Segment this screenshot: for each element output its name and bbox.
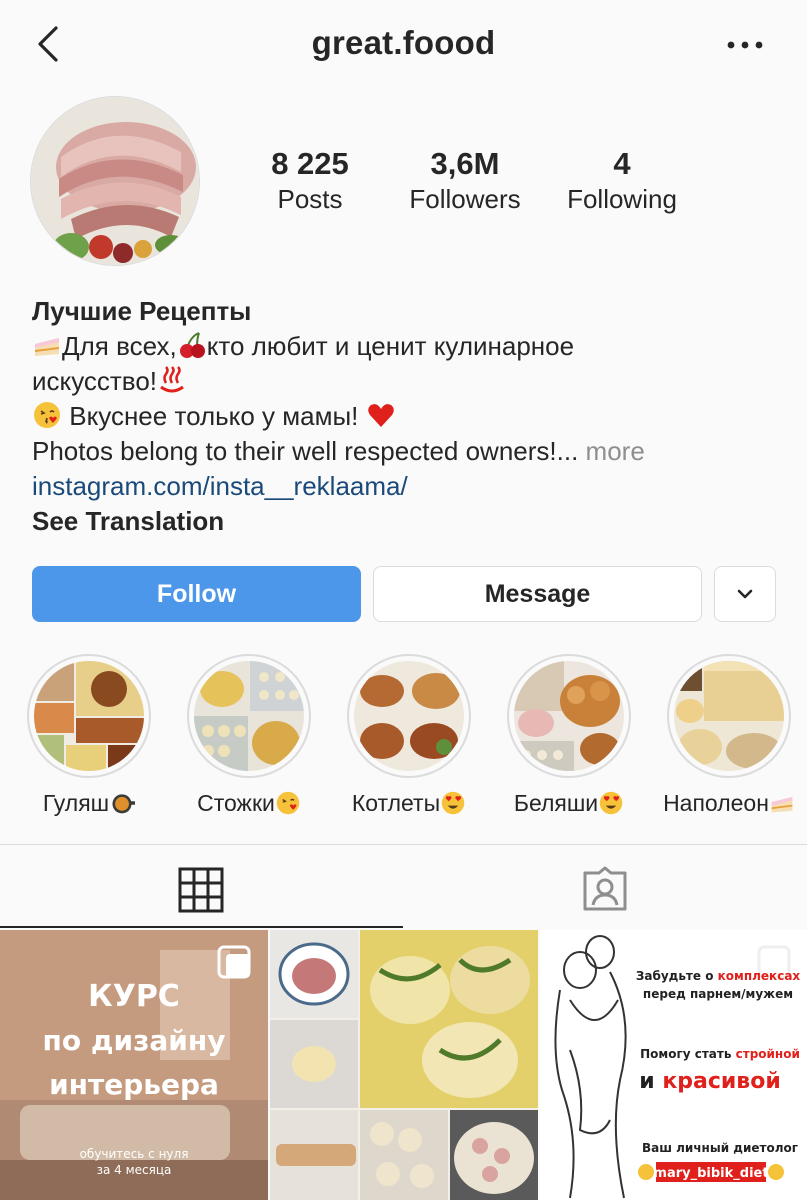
post-thumbnail[interactable]: КУРС по дизайну интерьера обучитесь с ну… xyxy=(0,930,268,1200)
see-translation-link[interactable]: See Translation xyxy=(32,504,777,539)
post-text-line-1b: комплексах xyxy=(718,969,801,983)
highlight-label: Гуляш xyxy=(14,788,164,818)
highlight-gulyash[interactable]: Гуляш xyxy=(14,654,164,818)
svg-text:Забудьте о комплексах: Забудьте о комплексах xyxy=(636,969,801,983)
post-grid: КУРС по дизайну интерьера обучитесь с ну… xyxy=(0,930,807,1200)
message-button[interactable]: Message xyxy=(373,566,702,622)
post-text-line-1a: Забудьте о xyxy=(636,969,714,983)
follow-button[interactable]: Follow xyxy=(32,566,361,622)
chevron-down-icon xyxy=(737,589,753,599)
post-subtitle-line-1: обучитесь с нуля xyxy=(80,1147,189,1161)
followers-count-value: 3,6M xyxy=(430,146,500,181)
profile-bio: Лучшие Рецепты Для всех, кто любит и цен… xyxy=(32,294,777,539)
kissing-face-icon xyxy=(34,402,60,428)
active-tab-indicator xyxy=(0,926,403,928)
followers-count[interactable]: 3,6M Followers xyxy=(385,146,545,216)
following-count[interactable]: 4 Following xyxy=(542,146,702,216)
highlight-cover xyxy=(34,661,144,771)
highlight-label: Котлеты xyxy=(334,788,484,818)
highlight-napoleon[interactable]: Наполеон xyxy=(654,654,804,818)
grid-icon[interactable] xyxy=(178,867,224,913)
heart-eyes-icon xyxy=(599,791,623,815)
posts-count-value: 8 225 xyxy=(271,146,349,181)
bio-line-1-text-a: Для всех, xyxy=(62,331,177,361)
highlight-kotlety[interactable]: Котлеты xyxy=(334,654,484,818)
post-dietitian-handle: mary_bibik_diet xyxy=(653,1166,768,1181)
posts-count: 8 225 Posts xyxy=(230,146,390,216)
highlight-stozhki[interactable]: Стожки xyxy=(174,654,324,818)
post-subtitle-line-2: за 4 месяца xyxy=(97,1163,172,1177)
post-interior-course: КУРС по дизайну интерьера обучитесь с ну… xyxy=(0,930,268,1200)
following-count-value: 4 xyxy=(613,146,631,181)
top-bar: great.foood xyxy=(0,0,807,88)
post-text-line-4a: и xyxy=(639,1069,654,1094)
post-text-line-3b: стройной xyxy=(736,1047,800,1061)
highlight-ring xyxy=(27,654,151,778)
svg-text:и красивой: и красивой xyxy=(639,1069,781,1094)
post-title-line-1: КУРС xyxy=(88,979,180,1014)
profile-tabs xyxy=(0,844,807,930)
hot-springs-icon xyxy=(160,366,184,393)
profile-display-name: Лучшие Рецепты xyxy=(32,296,252,326)
bio-line-4-text: Photos belong to their well respected ow… xyxy=(32,436,579,466)
post-text-line-4b: красивой xyxy=(662,1069,780,1094)
bio-line-2: искусство! xyxy=(32,364,777,399)
post-text-line-2: перед парнем/мужем xyxy=(643,987,793,1001)
tagged-icon[interactable] xyxy=(581,865,629,913)
bio-more-link[interactable]: more xyxy=(586,436,645,466)
bio-line-4: Photos belong to their well respected ow… xyxy=(32,434,777,469)
post-thumbnail[interactable] xyxy=(270,930,538,1200)
post-text-line-5: Ваш личный диетолог xyxy=(642,1141,798,1155)
highlight-label: Наполеон xyxy=(654,788,804,818)
highlight-ring xyxy=(507,654,631,778)
highlight-cover xyxy=(194,661,304,771)
more-dots-icon[interactable] xyxy=(723,30,767,60)
bio-line-1: Для всех, кто любит и ценит кулинарное xyxy=(32,329,777,364)
cake-icon xyxy=(35,338,59,356)
pot-of-food-icon xyxy=(112,794,136,814)
svg-text:Помогу стать стройной: Помогу стать стройной xyxy=(640,1047,800,1061)
followers-count-label: Followers xyxy=(409,184,521,214)
red-heart-icon xyxy=(367,404,394,427)
highlight-cover xyxy=(354,661,464,771)
bio-line-2-text: искусство! xyxy=(32,366,158,396)
post-title-line-3: интерьера xyxy=(49,1068,219,1101)
highlight-label: Беляши xyxy=(494,788,644,818)
highlight-belyashi[interactable]: Беляши xyxy=(494,654,644,818)
cake-icon xyxy=(771,796,793,813)
heart-eyes-icon xyxy=(441,791,465,815)
highlight-ring xyxy=(347,654,471,778)
bio-line-3: Вкуснее только у мамы! xyxy=(32,399,777,434)
post-dietitian-ad: Забудьте о комплексах перед парнем/мужем… xyxy=(540,930,807,1200)
profile-avatar[interactable] xyxy=(30,96,200,266)
highlight-label: Стожки xyxy=(174,788,324,818)
bio-line-1-text-b: кто любит и ценит кулинарное xyxy=(206,331,575,361)
post-rolls-collage xyxy=(270,930,538,1200)
cherries-icon xyxy=(179,332,205,358)
post-title-line-2: по дизайну xyxy=(43,1024,226,1057)
highlight-cover xyxy=(514,661,624,771)
bio-external-link[interactable]: instagram.com/insta__reklaama/ xyxy=(32,469,777,504)
highlight-cover xyxy=(674,661,784,771)
highlight-ring xyxy=(667,654,791,778)
post-thumbnail[interactable]: Забудьте о комплексах перед парнем/мужем… xyxy=(540,930,807,1200)
suggested-dropdown-button[interactable] xyxy=(714,566,776,622)
post-text-line-3a: Помогу стать xyxy=(640,1047,732,1061)
kissing-face-icon xyxy=(276,791,300,815)
posts-count-label: Posts xyxy=(277,184,343,214)
ham-photo xyxy=(31,97,199,265)
profile-username: great.foood xyxy=(311,24,496,61)
following-count-label: Following xyxy=(567,184,677,214)
bio-line-3-text: Вкуснее только у мамы! xyxy=(69,401,359,431)
highlight-ring xyxy=(187,654,311,778)
